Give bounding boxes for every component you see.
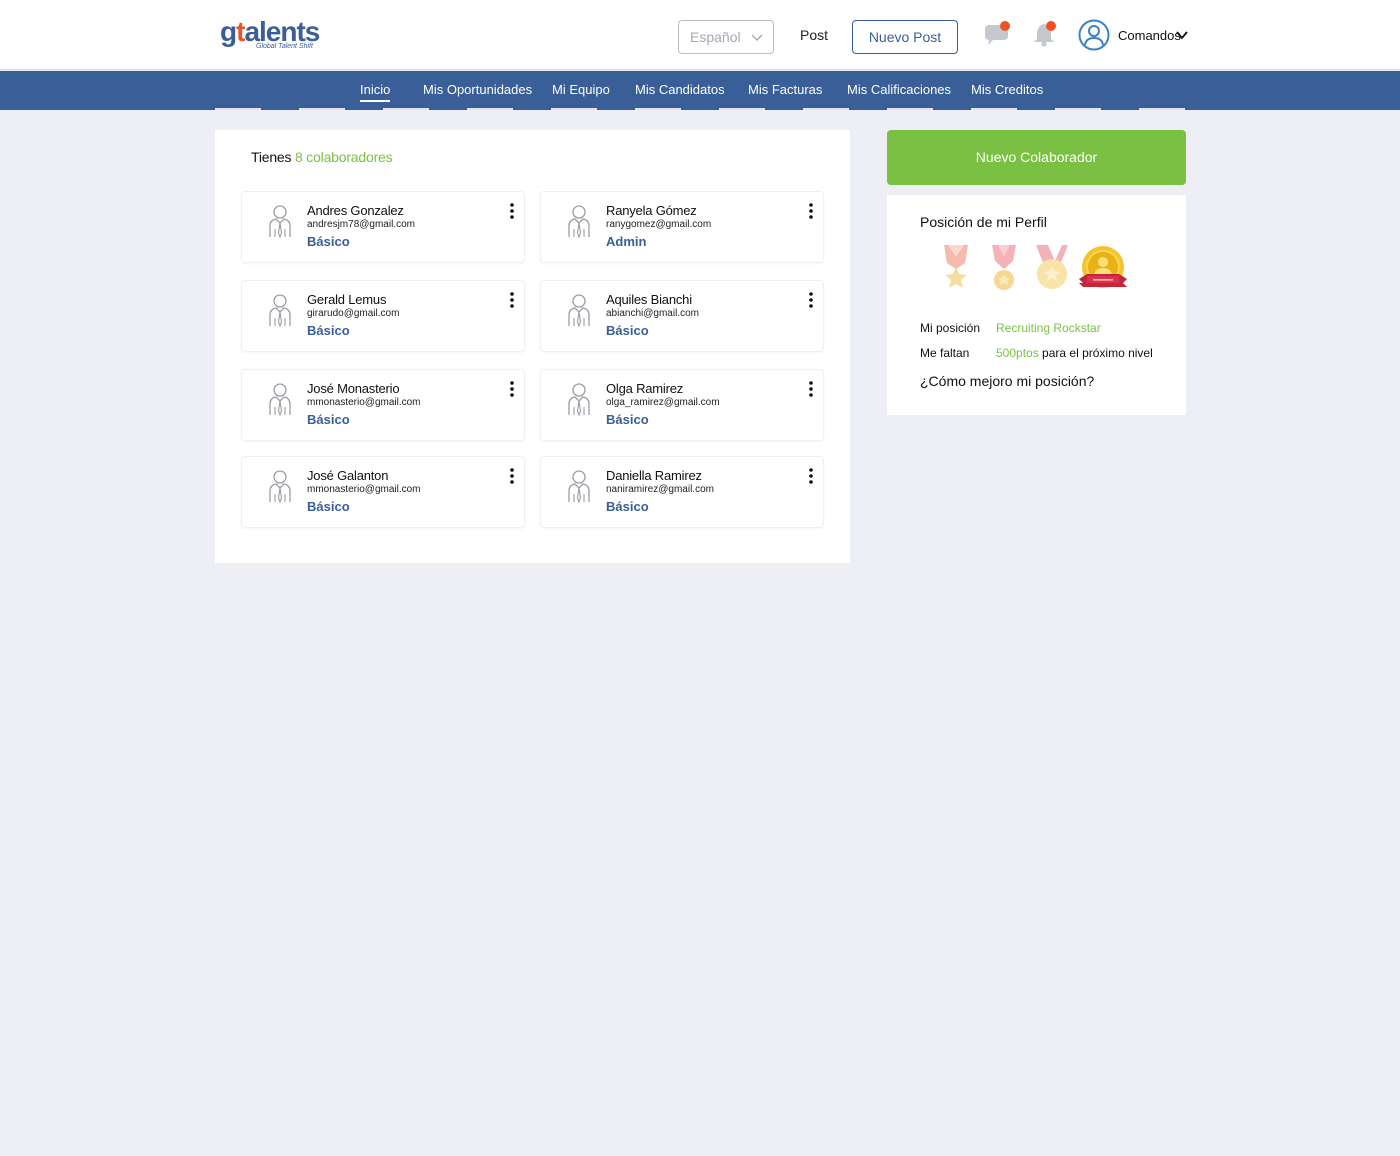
tab-mis-candidatos[interactable]: Mis Candidatos <box>635 82 725 97</box>
person-icon <box>266 204 294 239</box>
collaborator-role: Básico <box>307 412 350 427</box>
more-options-icon[interactable] <box>508 380 516 398</box>
chat-icon[interactable] <box>982 20 1012 48</box>
more-options-icon[interactable] <box>508 467 516 485</box>
missing-points-suffix: para el próximo nivel <box>1042 346 1153 360</box>
logo-tagline: Global Talent Shift <box>256 43 313 50</box>
user-avatar-icon[interactable] <box>1078 19 1110 51</box>
collaborator-role: Básico <box>307 499 350 514</box>
team-count-title: Tienes 8 colaboradores <box>251 149 393 165</box>
logo-letter-g: g <box>220 16 237 47</box>
collaborator-email: olga_ramirez@gmail.com <box>606 397 720 408</box>
position-value: Recruiting Rockstar <box>996 321 1101 335</box>
person-icon <box>266 293 294 328</box>
collaborator-role: Básico <box>307 234 350 249</box>
language-value: Español <box>690 29 741 45</box>
gtalents-logo[interactable]: gtalents Global Talent Shift <box>220 16 320 54</box>
collaborator-role: Básico <box>606 499 649 514</box>
collaborator-card[interactable]: Daniella Ramirez naniramirez@gmail.com Bás… <box>540 456 824 528</box>
chevron-down-icon <box>751 34 763 41</box>
more-options-icon[interactable] <box>807 202 815 220</box>
more-options-icon[interactable] <box>807 291 815 309</box>
person-icon <box>266 469 294 504</box>
collaborator-role: Básico <box>606 412 649 427</box>
missing-points-label: Me faltan <box>920 346 970 360</box>
more-options-icon[interactable] <box>807 380 815 398</box>
collaborator-name: Aquiles Bianchi <box>606 292 692 307</box>
team-card: Tienes 8 colaboradores Andres Gonzalez an… <box>215 130 850 563</box>
collaborator-name: Olga Ramirez <box>606 381 684 396</box>
person-icon <box>565 293 593 328</box>
profile-position-title: Posición de mi Perfil <box>920 214 1047 230</box>
collaborator-name: Ranyela Gómez <box>606 203 697 218</box>
main-nav: Inicio Mis Oportunidades Mi Equipo Mis C… <box>0 71 1400 110</box>
missing-points: 500ptos <box>996 346 1039 360</box>
nav-divider-ticks <box>0 108 1400 110</box>
collaborator-name: Daniella Ramirez <box>606 468 702 483</box>
collaborator-email: abianchi@gmail.com <box>606 308 699 319</box>
language-select[interactable]: Español <box>678 20 774 54</box>
collaborator-card[interactable]: Gerald Lemus girarudo@gmail.com Básico <box>241 280 525 352</box>
collaborator-email: mmonasterio@gmail.com <box>307 397 421 408</box>
collaborator-card[interactable]: Andres Gonzalez andresjm78@gmail.com Básic… <box>241 191 525 263</box>
position-label: Mi posición <box>920 321 981 335</box>
new-post-button[interactable]: Nuevo Post <box>852 20 958 54</box>
improve-position-link[interactable]: ¿Cómo mejoro mi posición? <box>920 373 1094 389</box>
top-header: gtalents Global Talent Shift Español Pos… <box>0 0 1400 70</box>
collaborator-card[interactable]: Ranyela Gómez ranygomez@gmail.com Admin <box>540 191 824 263</box>
tab-inicio[interactable]: Inicio <box>360 82 391 102</box>
tab-mi-equipo[interactable]: Mi Equipo <box>552 82 610 97</box>
team-count: 8 colaboradores <box>295 149 393 165</box>
chevron-down-icon[interactable] <box>1176 29 1188 41</box>
tab-mis-creditos[interactable]: Mis Creditos <box>971 82 1043 97</box>
post-link[interactable]: Post <box>800 27 828 43</box>
collaborator-card[interactable]: José Galanton mmonasterio@gmail.com Básico <box>241 456 525 528</box>
collaborator-email: ranygomez@gmail.com <box>606 219 712 230</box>
collaborator-card[interactable]: José Monasterio mmonasterio@gmail.com Bási… <box>241 369 525 441</box>
collaborator-name: José Galanton <box>307 468 389 483</box>
more-options-icon[interactable] <box>807 467 815 485</box>
tab-mis-calificaciones[interactable]: Mis Calificaciones <box>847 82 951 97</box>
collaborator-email: andresjm78@gmail.com <box>307 219 415 230</box>
collaborator-email: girarudo@gmail.com <box>307 308 400 319</box>
collaborator-role: Básico <box>606 323 649 338</box>
person-icon <box>565 382 593 417</box>
medal-silver-icon <box>992 245 1016 290</box>
collaborator-email: mmonasterio@gmail.com <box>307 484 421 495</box>
more-options-icon[interactable] <box>508 291 516 309</box>
person-icon <box>565 204 593 239</box>
medals-row <box>944 245 1127 290</box>
collaborator-card[interactable]: Aquiles Bianchi abianchi@gmail.com Básico <box>540 280 824 352</box>
collaborator-email: naniramirez@gmail.com <box>606 484 714 495</box>
collaborator-name: José Monasterio <box>307 381 400 396</box>
collaborator-name: Gerald Lemus <box>307 292 387 307</box>
collaborator-card[interactable]: Olga Ramirez olga_ramirez@gmail.com Básico <box>540 369 824 441</box>
collaborator-role: Admin <box>606 234 647 249</box>
medal-rockstar-icon <box>1079 246 1127 288</box>
user-name[interactable]: Comandos <box>1118 28 1181 43</box>
collaborator-name: Andres Gonzalez <box>307 203 404 218</box>
tab-mis-oportunidades[interactable]: Mis Oportunidades <box>423 82 532 97</box>
medal-gold-icon <box>1036 245 1068 289</box>
collaborator-role: Básico <box>307 323 350 338</box>
more-options-icon[interactable] <box>508 202 516 220</box>
bell-icon[interactable] <box>1032 18 1060 48</box>
tab-mis-facturas[interactable]: Mis Facturas <box>748 82 822 97</box>
new-collaborator-button[interactable]: Nuevo Colaborador <box>887 130 1186 185</box>
profile-position-card: Posición de mi Perfil Mi posición Recrui… <box>887 195 1186 415</box>
team-title-prefix: Tienes <box>251 149 292 165</box>
medal-bronze-icon <box>944 245 968 288</box>
person-icon <box>266 382 294 417</box>
missing-points-value: 500ptos para el próximo nivel <box>996 346 1153 360</box>
person-icon <box>565 469 593 504</box>
